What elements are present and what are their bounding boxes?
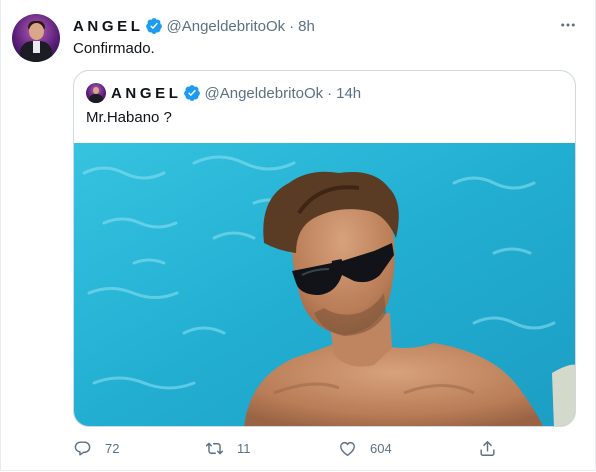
- verified-icon: [145, 18, 162, 34]
- quoted-tweet-photo[interactable]: [74, 143, 576, 427]
- more-options-button[interactable]: [557, 14, 579, 36]
- quoted-tweet-timestamp[interactable]: 14h: [336, 85, 361, 102]
- like-count: 604: [370, 440, 392, 456]
- quoted-tweet-text: Mr.Habano ?: [86, 109, 172, 126]
- tweet-card[interactable]: ANGEL @AngeldebritoOk · 8h Confirmado. A…: [0, 0, 596, 471]
- author-avatar[interactable]: [12, 14, 60, 62]
- quoted-tweet[interactable]: ANGEL @AngeldebritoOk · 14h Mr.Habano ?: [73, 70, 576, 427]
- share-icon: [480, 440, 495, 456]
- quoted-tweet-header: ANGEL @AngeldebritoOk · 14h: [111, 83, 361, 103]
- separator-dot: ·: [289, 17, 295, 35]
- author-name[interactable]: ANGEL: [73, 18, 144, 35]
- separator-dot: ·: [327, 84, 333, 102]
- retweet-button[interactable]: 11: [205, 436, 251, 460]
- reply-button[interactable]: 72: [73, 436, 119, 460]
- tweet-header: ANGEL @AngeldebritoOk · 8h: [73, 16, 315, 36]
- tweet-timestamp[interactable]: 8h: [298, 18, 315, 35]
- reply-count: 72: [105, 440, 120, 456]
- author-handle[interactable]: @AngeldebritoOk: [167, 18, 286, 35]
- verified-icon: [183, 85, 200, 101]
- more-icon: [561, 23, 575, 27]
- retweet-icon: [205, 442, 224, 454]
- retweet-count: 11: [237, 440, 251, 456]
- tweet-text: Confirmado.: [73, 40, 155, 57]
- like-icon: [340, 441, 355, 456]
- quoted-author-name[interactable]: ANGEL: [111, 85, 182, 102]
- reply-icon: [74, 440, 91, 456]
- tweet-actions: 72 11 604: [73, 436, 513, 460]
- share-button[interactable]: [478, 436, 497, 460]
- quoted-author-avatar[interactable]: [86, 83, 106, 103]
- quoted-author-handle[interactable]: @AngeldebritoOk: [205, 85, 324, 102]
- like-button[interactable]: 604: [338, 436, 392, 460]
